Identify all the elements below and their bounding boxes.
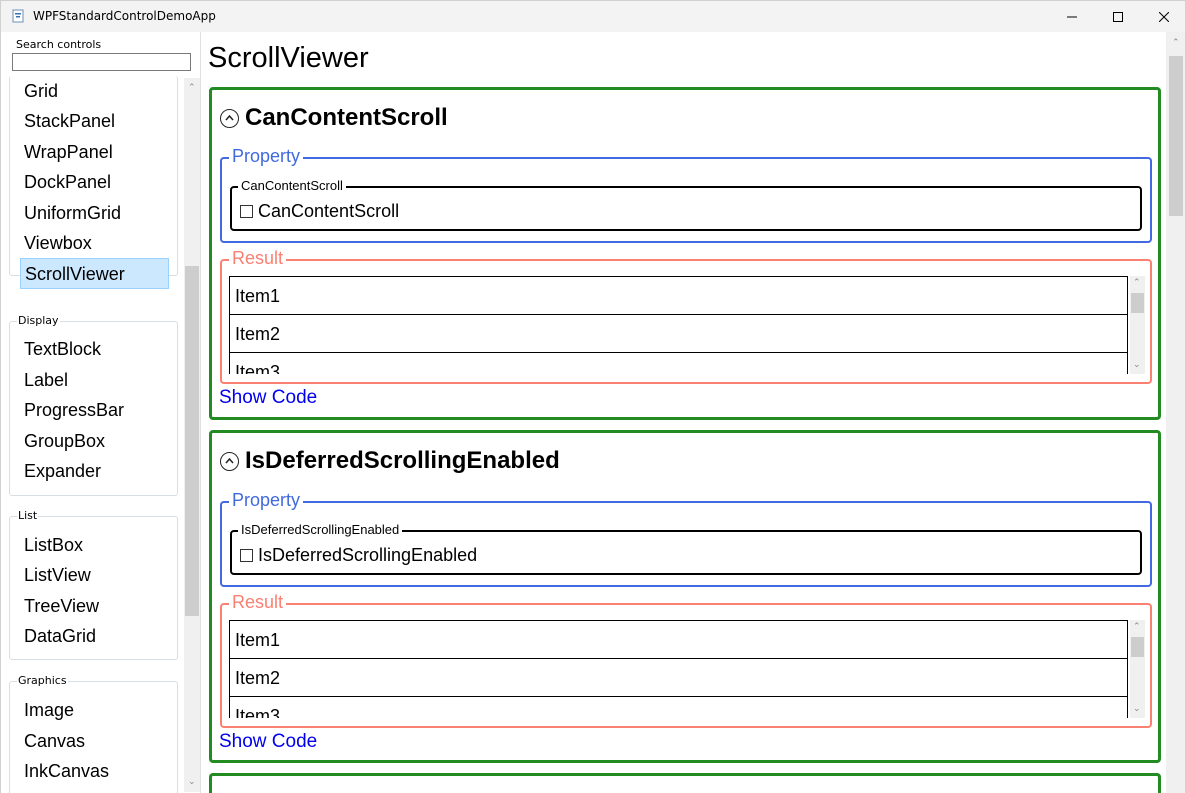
show-code-link[interactable]: Show Code <box>219 731 317 753</box>
minimize-button[interactable] <box>1049 1 1095 33</box>
result-group-title: Result <box>229 592 287 613</box>
sidebar-item-label[interactable]: Label <box>20 365 169 396</box>
sidebar-item-grid[interactable]: Grid <box>20 76 169 107</box>
search-input[interactable] <box>12 53 191 71</box>
nav-group-title: List <box>17 509 39 522</box>
property-group-title: Property <box>229 146 304 167</box>
sidebar-item-uniformgrid[interactable]: UniformGrid <box>20 198 169 229</box>
sidebar-item-progressbar[interactable]: ProgressBar <box>20 395 169 426</box>
scroll-down-icon[interactable]: ⌄ <box>1133 360 1141 370</box>
scroll-up-icon[interactable]: ⌃ <box>188 84 196 93</box>
nav-group-graphics: Graphics Image Canvas InkCanvas <box>9 674 178 793</box>
result-group: Result Item1 Item2 Item3 ⌃ ⌄ <box>220 248 1152 384</box>
list-item[interactable]: Item3 <box>229 352 1128 374</box>
checkbox-label[interactable]: CanContentScroll <box>258 201 399 222</box>
property-box-title: IsDeferredScrollingEnabled <box>238 522 403 537</box>
sidebar-item-image[interactable]: Image <box>20 695 169 726</box>
property-box: CanContentScroll CanContentScroll <box>230 178 1142 231</box>
app-icon <box>12 9 24 23</box>
result-group-title: Result <box>229 248 287 269</box>
sidebar-item-viewbox[interactable]: Viewbox <box>20 228 169 259</box>
sidebar-item-stackpanel[interactable]: StackPanel <box>20 106 169 137</box>
sidebar-item-datagrid[interactable]: DataGrid <box>20 621 169 652</box>
sidebar: Search controls Grid StackPanel WrapPane… <box>0 32 200 793</box>
page-title: ScrollViewer <box>208 42 369 74</box>
cancontentscroll-checkbox[interactable]: CanContentScroll <box>240 201 399 222</box>
scroll-up-icon[interactable]: ⌃ <box>1133 278 1141 288</box>
list-item[interactable]: Item2 <box>229 314 1128 353</box>
section-title: CanContentScroll <box>245 104 448 131</box>
title-bar: WPFStandardControlDemoApp <box>0 0 1186 32</box>
sidebar-item-listbox[interactable]: ListBox <box>20 530 169 561</box>
section-cancontentscroll: CanContentScroll Property CanContentScro… <box>209 87 1161 420</box>
list-item[interactable]: Item1 <box>229 276 1128 315</box>
result-listbox[interactable]: Item1 Item2 Item3 ⌃ ⌄ <box>229 620 1145 718</box>
show-code-link[interactable]: Show Code <box>219 387 317 409</box>
main-scrollbar[interactable]: ⌃ <box>1166 32 1186 793</box>
checkbox-box[interactable] <box>240 205 253 218</box>
sidebar-item-canvas[interactable]: Canvas <box>20 726 169 757</box>
sidebar-item-groupbox[interactable]: GroupBox <box>20 426 169 457</box>
listbox-scrollbar[interactable]: ⌃ ⌄ <box>1130 620 1145 718</box>
result-group: Result Item1 Item2 Item3 ⌃ ⌄ <box>220 592 1152 728</box>
search-label: Search controls <box>16 38 102 51</box>
checkbox-box[interactable] <box>240 549 253 562</box>
maximize-icon <box>1113 12 1123 22</box>
property-box: IsDeferredScrollingEnabled IsDeferredScr… <box>230 522 1142 575</box>
main-content: ScrollViewer CanContentScroll Property C… <box>200 32 1166 793</box>
sidebar-item-inkcanvas[interactable]: InkCanvas <box>20 756 169 787</box>
property-group-title: Property <box>229 490 304 511</box>
property-box-title: CanContentScroll <box>238 178 346 193</box>
nav-group-title: Display <box>17 314 60 327</box>
listbox-scroll-thumb[interactable] <box>1131 637 1144 657</box>
nav-group-list: List ListBox ListView TreeView DataGrid <box>9 509 178 660</box>
sidebar-scrollbar[interactable]: ⌃ ⌄ <box>184 78 200 792</box>
chevron-up-icon[interactable] <box>220 108 239 128</box>
nav-group-display: Display TextBlock Label ProgressBar Grou… <box>9 314 178 496</box>
scroll-down-icon[interactable]: ⌄ <box>1133 704 1141 714</box>
sidebar-item-scrollviewer[interactable]: ScrollViewer <box>20 258 169 289</box>
sidebar-scroll-thumb[interactable] <box>185 266 199 616</box>
nav-group-layout: Grid StackPanel WrapPanel DockPanel Unif… <box>9 76 178 289</box>
sidebar-item-listview[interactable]: ListView <box>20 560 169 591</box>
list-item[interactable]: Item3 <box>229 696 1128 718</box>
nav-group-title: Graphics <box>17 674 68 687</box>
chevron-up-icon[interactable] <box>220 451 239 471</box>
section-isdeferredscrollingenabled: IsDeferredScrollingEnabled Property IsDe… <box>209 430 1161 763</box>
result-listbox[interactable]: Item1 Item2 Item3 ⌃ ⌄ <box>229 276 1145 374</box>
section-next <box>209 773 1161 793</box>
maximize-button[interactable] <box>1095 1 1141 33</box>
listbox-scroll-thumb[interactable] <box>1131 293 1144 313</box>
isdeferredscrollingenabled-checkbox[interactable]: IsDeferredScrollingEnabled <box>240 545 477 566</box>
list-item[interactable]: Item1 <box>229 620 1128 659</box>
scroll-up-icon[interactable]: ⌃ <box>1133 622 1141 632</box>
minimize-icon <box>1067 16 1077 18</box>
sidebar-item-dockpanel[interactable]: DockPanel <box>20 167 169 198</box>
expander-header[interactable]: CanContentScroll <box>220 104 448 132</box>
sidebar-item-expander[interactable]: Expander <box>20 456 169 487</box>
sidebar-item-textblock[interactable]: TextBlock <box>20 334 169 365</box>
sidebar-item-wrappanel[interactable]: WrapPanel <box>20 137 169 168</box>
sidebar-item-treeview[interactable]: TreeView <box>20 591 169 622</box>
property-group: Property IsDeferredScrollingEnabled IsDe… <box>220 490 1152 587</box>
list-item[interactable]: Item2 <box>229 658 1128 697</box>
property-group: Property CanContentScroll CanContentScro… <box>220 146 1152 243</box>
close-icon <box>1159 12 1169 22</box>
section-title: IsDeferredScrollingEnabled <box>245 447 560 474</box>
window-title: WPFStandardControlDemoApp <box>33 9 216 23</box>
scroll-up-icon[interactable]: ⌃ <box>1172 38 1180 48</box>
close-button[interactable] <box>1141 1 1186 33</box>
checkbox-label[interactable]: IsDeferredScrollingEnabled <box>258 545 477 566</box>
scroll-down-icon[interactable]: ⌄ <box>188 778 196 787</box>
main-scroll-thumb[interactable] <box>1169 56 1183 216</box>
listbox-scrollbar[interactable]: ⌃ ⌄ <box>1130 276 1145 374</box>
expander-header[interactable]: IsDeferredScrollingEnabled <box>220 447 560 475</box>
